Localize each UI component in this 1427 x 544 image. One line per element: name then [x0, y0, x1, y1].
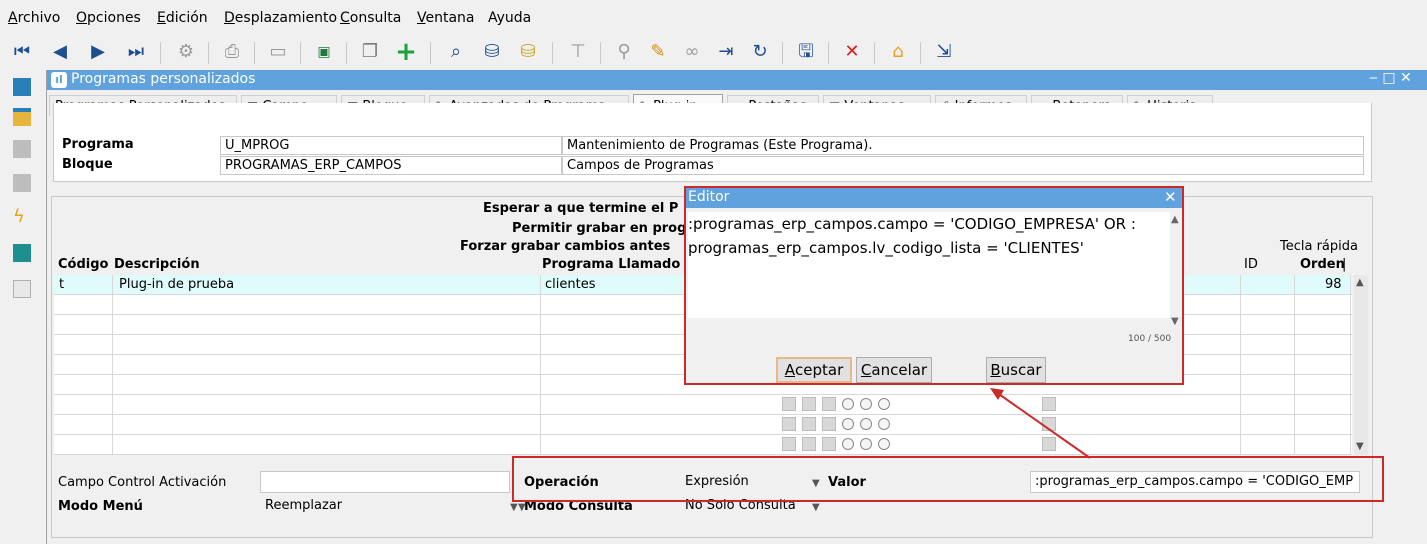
accept-button[interactable]: Aceptar	[776, 357, 852, 383]
editor-title: Editor	[688, 189, 730, 205]
arrow-line	[995, 391, 1091, 459]
editor-textarea[interactable]: :programas_erp_campos.campo = 'CODIGO_EM…	[688, 212, 1170, 318]
editor-text-line-1: :programas_erp_campos.campo = 'CODIGO_EM…	[688, 215, 1136, 233]
search-button[interactable]: Buscar	[986, 357, 1046, 383]
close-icon[interactable]: ✕	[1164, 188, 1177, 206]
char-counter: 100 / 500	[1128, 334, 1172, 344]
editor-dialog: Editor ✕ :programas_erp_campos.campo = '…	[684, 186, 1184, 385]
editor-title-bar: Editor ✕	[686, 188, 1182, 208]
cancel-button[interactable]: Cancelar	[856, 357, 932, 383]
scroll-up-icon[interactable]: ▲	[1171, 214, 1179, 225]
editor-text-line-2: programas_erp_campos.lv_codigo_lista = '…	[688, 239, 1084, 257]
scroll-down-icon[interactable]: ▼	[1171, 316, 1179, 327]
arrow-head	[990, 388, 1004, 400]
editor-scrollbar[interactable]: ▲ ▼	[1170, 212, 1182, 327]
